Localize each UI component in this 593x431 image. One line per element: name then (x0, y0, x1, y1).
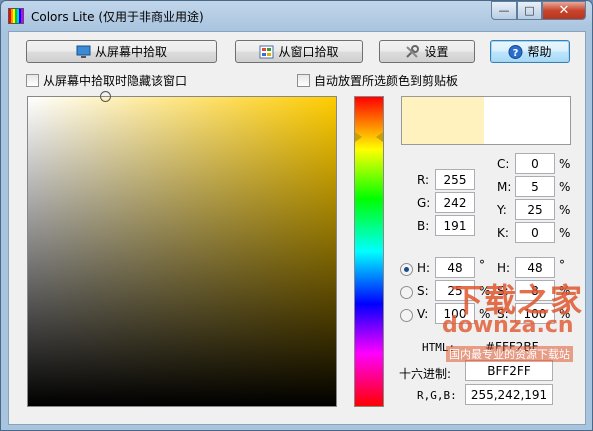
auto-copy-label: 自动放置所选颜色到剪贴板 (314, 74, 459, 88)
g-field[interactable]: 242 (435, 192, 475, 213)
h-unit: ° (479, 258, 485, 272)
previous-color-swatch (484, 97, 570, 144)
v-label: V: (417, 307, 429, 321)
window-grid-icon (259, 45, 274, 59)
pick-from-window-label: 从窗口拾取 (278, 45, 339, 59)
r-label: R: (417, 173, 430, 187)
client-area: 从屏幕中拾取 从窗口拾取 设置 ? 帮助 从屏幕中拾取时隐藏该窗口 自动放置所选… (8, 31, 586, 425)
rgb-triple-field[interactable]: 255,242,191 (465, 384, 553, 405)
hsl-h-unit: ° (559, 258, 565, 272)
pick-from-screen-button[interactable]: 从屏幕中拾取 (26, 40, 217, 63)
hue-slider-right-arrow[interactable] (376, 132, 383, 142)
k-unit: % (559, 226, 571, 240)
watermark-domain: downza.cn (442, 313, 574, 338)
y-label: Y: (497, 203, 507, 217)
k-field[interactable]: 0 (515, 222, 555, 243)
g-label: G: (417, 196, 431, 210)
settings-button[interactable]: 设置 (379, 40, 475, 63)
app-window: Colors Lite (仅用于非商业用途) — □ ✕ 从屏幕中拾取 从窗口拾… (0, 0, 593, 431)
settings-label: 设置 (424, 45, 449, 59)
r-field[interactable]: 255 (435, 169, 475, 190)
hide-window-option[interactable]: 从屏幕中拾取时隐藏该窗口 (26, 72, 187, 89)
hsv-v-radio[interactable] (400, 309, 413, 322)
help-icon: ? (508, 44, 523, 59)
y-unit: % (559, 203, 571, 217)
b-label: B: (417, 219, 430, 233)
window-title: Colors Lite (仅用于非商业用途) (31, 10, 204, 24)
maximize-button[interactable]: □ (517, 1, 542, 20)
b-field[interactable]: 191 (435, 215, 475, 236)
hex-field[interactable]: BFF2FF (465, 360, 553, 381)
hsl-h-label: H: (497, 261, 511, 275)
hue-slider-left-arrow[interactable] (355, 132, 362, 142)
m-label: M: (497, 180, 512, 194)
hsv-s-radio[interactable] (400, 286, 413, 299)
help-label: 帮助 (527, 45, 552, 59)
s-label: S: (417, 284, 429, 298)
auto-copy-option[interactable]: 自动放置所选颜色到剪贴板 (297, 72, 458, 89)
c-unit: % (559, 157, 571, 171)
sv-picker-marker[interactable] (100, 91, 111, 102)
auto-copy-checkbox[interactable] (297, 74, 310, 87)
app-icon (8, 8, 24, 24)
svg-text:?: ? (513, 48, 519, 59)
watermark-slogan: 国内最专业的资源下载站 (446, 346, 573, 362)
current-color-swatch (402, 97, 484, 144)
h-label: H: (417, 261, 431, 275)
c-field[interactable]: 0 (515, 153, 555, 174)
title-bar[interactable]: Colors Lite (仅用于非商业用途) — □ ✕ (1, 1, 592, 31)
m-unit: % (559, 180, 571, 194)
hide-window-label: 从屏幕中拾取时隐藏该窗口 (43, 74, 188, 88)
k-label: K: (497, 226, 509, 240)
tools-icon (405, 44, 420, 59)
minimize-button[interactable]: — (491, 1, 517, 20)
hsv-h-radio[interactable] (400, 263, 413, 276)
m-field[interactable]: 5 (515, 176, 555, 197)
close-button[interactable]: ✕ (542, 1, 586, 20)
y-field[interactable]: 25 (515, 199, 555, 220)
help-button[interactable]: ? 帮助 (490, 40, 570, 63)
rgb-triple-label: R,G,B: (417, 389, 457, 402)
c-label: C: (497, 157, 510, 171)
color-preview (401, 96, 571, 145)
pick-from-screen-label: 从屏幕中拾取 (94, 45, 167, 59)
saturation-value-picker[interactable] (27, 91, 337, 407)
monitor-icon (76, 45, 91, 59)
hue-slider[interactable] (354, 96, 384, 407)
hide-window-checkbox[interactable] (26, 74, 39, 87)
hex-label: 十六进制: (399, 367, 452, 381)
pick-from-window-button[interactable]: 从窗口拾取 (235, 40, 363, 63)
